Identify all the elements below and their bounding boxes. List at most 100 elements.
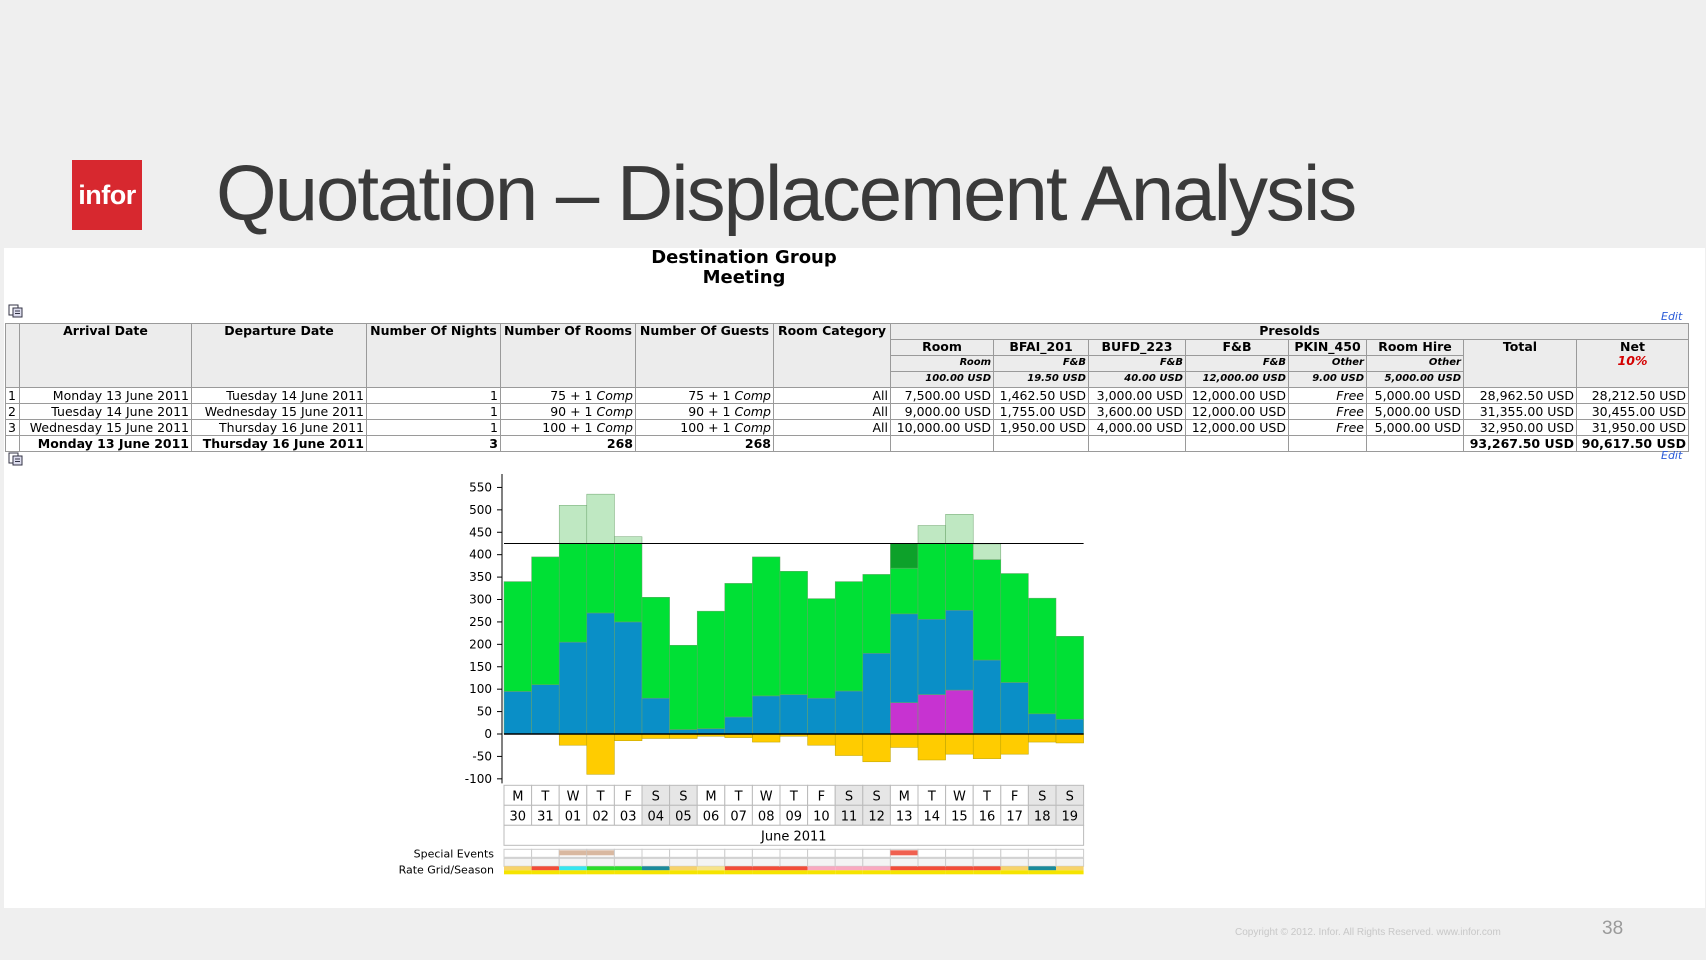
season-marker — [531, 870, 560, 875]
special-event-cell — [862, 848, 891, 858]
cell-hire: 5,000.00 USD — [1366, 419, 1464, 436]
bar-negative — [558, 733, 588, 746]
season-marker — [780, 870, 808, 875]
cell-departure: Thursday 16 June 2011 — [191, 419, 367, 436]
rate-grid-marker — [1000, 866, 1029, 871]
quote-title-line1: Destination Group — [651, 247, 837, 268]
special-event-cell — [972, 848, 1002, 858]
day-label: M — [899, 789, 910, 804]
cat-bfai: F&B — [993, 355, 1089, 372]
bar-over-light — [614, 536, 643, 544]
rate-grid-marker — [945, 866, 974, 871]
slide-title: Quotation – Displacement Analysis — [216, 149, 1357, 237]
cell-rooms-value: 100 + 1 — [542, 419, 593, 435]
cell-bufd: 4,000.00 USD — [1088, 419, 1186, 436]
bar-green — [834, 581, 864, 692]
bar-negative — [945, 733, 974, 755]
y-tick-label: 100 — [469, 682, 492, 696]
rate-room: 100.00 USD — [890, 371, 994, 388]
date-label: 11 — [841, 809, 858, 824]
comp-label: Comp — [596, 387, 634, 403]
page-number: 38 — [1602, 918, 1624, 939]
cell-category: All — [773, 387, 891, 404]
date-label: 09 — [786, 809, 803, 824]
comp-label: Comp — [596, 419, 634, 435]
row-num-header — [5, 323, 20, 388]
table-row[interactable]: 1 Monday 13 June 2011 Tuesday 14 June 2011… — [5, 387, 1690, 404]
edit-link-top[interactable]: Edit — [1661, 310, 1682, 323]
special-event-cell — [613, 848, 643, 858]
table-row[interactable]: 3 Wednesday 15 June 2011 Thursday 16 June … — [5, 419, 1690, 436]
special-event-cell — [503, 848, 533, 858]
bar-green — [558, 543, 588, 643]
edit-link-bottom[interactable]: Edit — [1661, 449, 1682, 462]
rate-grid-cell — [1055, 857, 1085, 867]
copy-document-icon[interactable] — [8, 452, 24, 466]
bar-green — [531, 556, 560, 685]
bar-group — [917, 694, 946, 735]
rate-grid-cell — [558, 857, 588, 867]
bar-green — [807, 598, 836, 699]
totals-empty — [1366, 435, 1464, 452]
bar-blue — [558, 641, 588, 735]
cell-total: 28,962.50 USD — [1463, 387, 1577, 404]
bar-negative — [834, 733, 864, 756]
cell-hire: 5,000.00 USD — [1366, 403, 1464, 420]
copy-document-icon[interactable] — [8, 304, 24, 318]
cell-category: All — [773, 419, 891, 436]
special-events-label: Special Events — [414, 847, 495, 860]
cat-pkin: Other — [1288, 355, 1367, 372]
date-label: 01 — [565, 809, 582, 824]
bar-green — [1028, 597, 1057, 715]
rate-grid-cell — [1000, 857, 1029, 867]
bar-blue — [586, 612, 615, 735]
y-tick-label: 350 — [469, 570, 492, 584]
cell-room: 10,000.00 USD — [890, 419, 994, 436]
bar-green — [752, 556, 781, 697]
bar-blue — [752, 695, 781, 735]
totals-empty — [1185, 435, 1289, 452]
rate-grid-marker — [614, 866, 642, 871]
rate-grid-marker — [890, 866, 918, 871]
totals-empty — [890, 435, 994, 452]
bar-blue — [696, 728, 726, 735]
row-number: 1 — [5, 387, 20, 404]
header-rooms: Number Of Rooms — [500, 323, 636, 388]
presold-room-hire: Room Hire — [1366, 339, 1464, 356]
y-tick-label: 200 — [469, 637, 492, 651]
bar-green — [696, 610, 726, 729]
bar-blue — [862, 653, 891, 735]
header-nights: Number Of Nights — [366, 323, 501, 388]
day-label: T — [927, 789, 936, 804]
cell-total: 31,355.00 USD — [1463, 403, 1577, 420]
rate-grid-cell — [889, 857, 919, 867]
bar-over-light — [917, 525, 946, 544]
table-row[interactable]: 2 Tuesday 14 June 2011 Wednesday 15 June 2… — [5, 403, 1690, 420]
rate-grid-cell — [696, 857, 726, 867]
day-label: F — [624, 789, 631, 804]
cell-guests: 75 + 1 Comp — [635, 387, 774, 404]
rate-grid-marker — [559, 866, 587, 871]
presold-bufd: BUFD_223 — [1088, 339, 1186, 356]
cat-fb: F&B — [1185, 355, 1289, 372]
rate-grid-marker — [669, 866, 698, 871]
day-label: W — [567, 789, 580, 804]
rate-grid-cell — [945, 857, 974, 867]
cell-category: All — [773, 403, 891, 420]
bar-blue — [531, 684, 560, 735]
bar-blue — [614, 621, 643, 735]
cell-guests: 100 + 1 Comp — [635, 419, 774, 436]
cell-nights: 1 — [366, 419, 501, 436]
cell-pkin: Free — [1288, 403, 1367, 420]
cell-bfai: 1,950.00 USD — [993, 419, 1089, 436]
special-event-cell — [724, 848, 753, 858]
cell-total: 32,950.00 USD — [1463, 419, 1577, 436]
season-marker — [1000, 870, 1029, 875]
y-tick-label: -100 — [465, 772, 492, 786]
season-marker — [973, 870, 1001, 875]
season-marker — [862, 870, 891, 875]
y-tick-label: -50 — [472, 749, 492, 763]
season-marker — [586, 870, 615, 875]
header-guests: Number Of Guests — [635, 323, 774, 388]
cell-nights: 1 — [366, 403, 501, 420]
